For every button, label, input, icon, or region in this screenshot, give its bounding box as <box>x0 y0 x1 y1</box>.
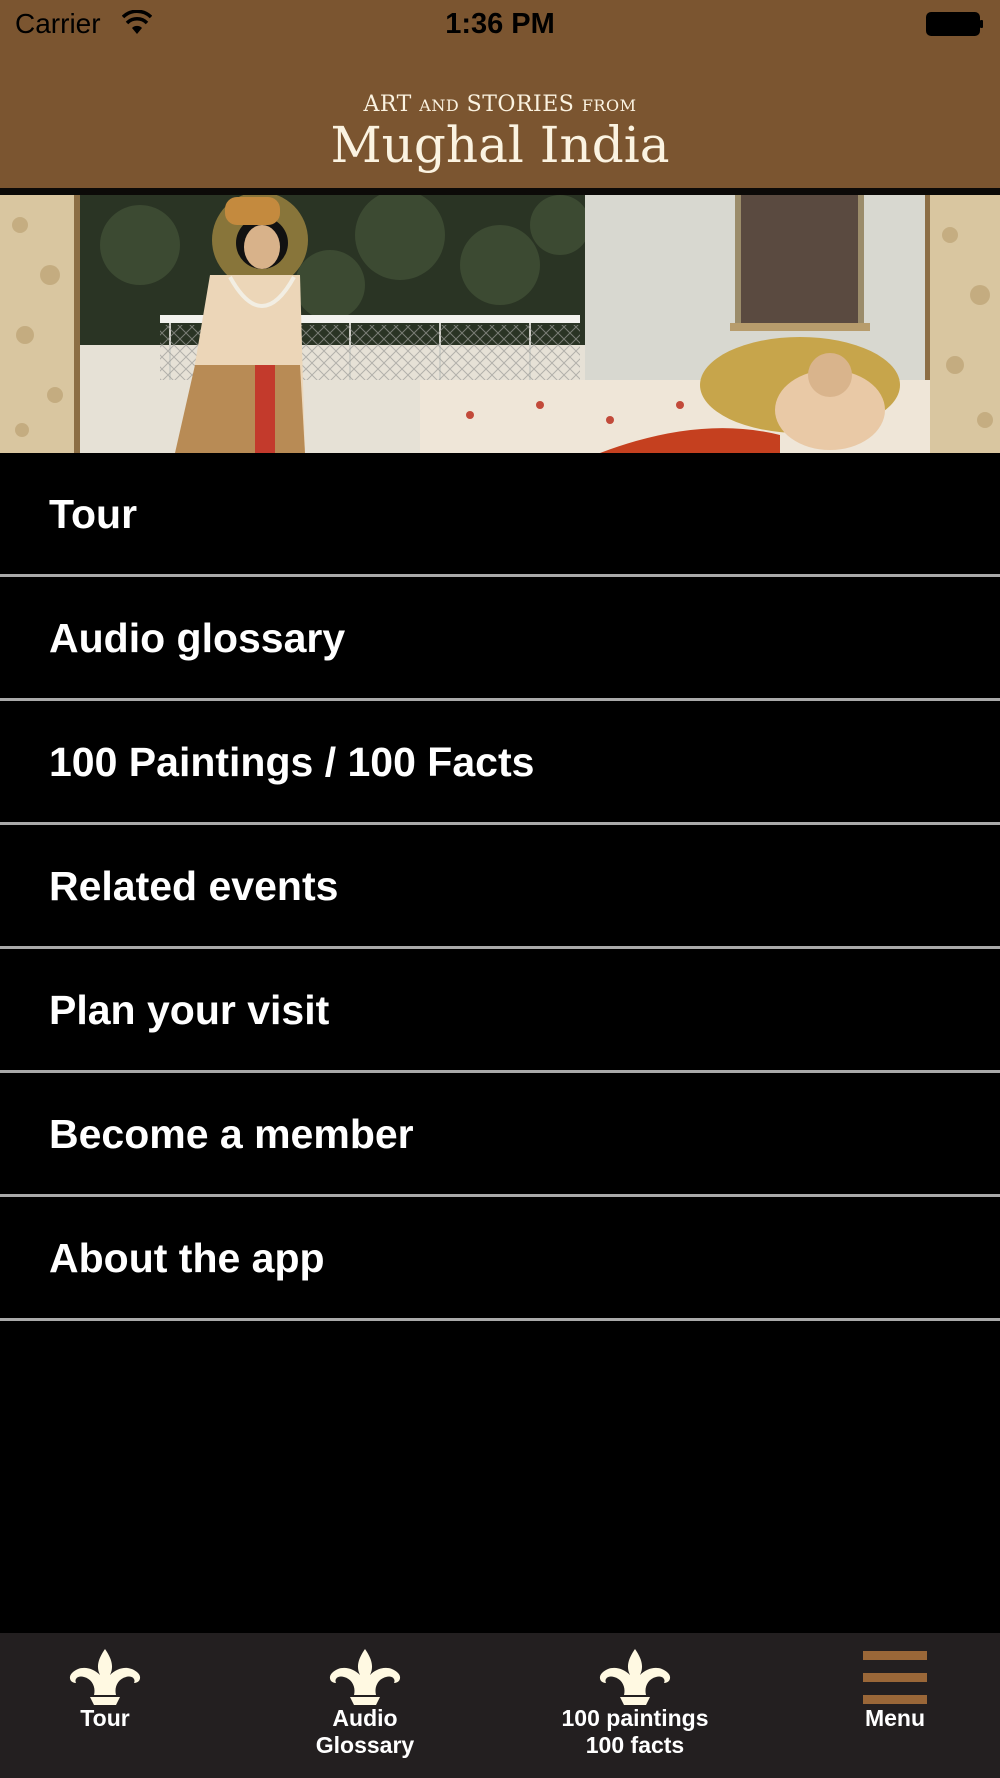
tab-label-line2: Glossary <box>315 1732 415 1758</box>
menu-item-plan-visit[interactable]: Plan your visit <box>0 949 1000 1073</box>
menu-item-tour[interactable]: Tour <box>0 453 1000 577</box>
app-title-main: Mughal India <box>330 116 670 174</box>
app-title: ART AND STORIES FROM Mughal India <box>0 92 1000 173</box>
menu-item-100-paintings[interactable]: 100 Paintings / 100 Facts <box>0 701 1000 825</box>
tab-100-paintings[interactable]: 100 paintings 100 facts <box>535 1633 735 1778</box>
tab-audio-glossary[interactable]: Audio Glossary <box>280 1633 450 1778</box>
tab-label: 100 paintings <box>561 1705 709 1731</box>
fleur-icon <box>329 1649 401 1705</box>
tab-label: Audio <box>332 1705 398 1731</box>
menu-item-label: Become a member <box>49 1111 414 1157</box>
hamburger-icon <box>863 1651 927 1704</box>
tab-label-line2: 100 facts <box>585 1732 685 1758</box>
fleur-icon <box>69 1649 141 1705</box>
menu-item-related-events[interactable]: Related events <box>0 825 1000 949</box>
main-menu-list: Tour Audio glossary 100 Paintings / 100 … <box>0 453 1000 1321</box>
menu-item-audio-glossary[interactable]: Audio glossary <box>0 577 1000 701</box>
menu-item-label: 100 Paintings / 100 Facts <box>49 739 535 785</box>
tab-label: Tour <box>80 1705 130 1731</box>
app-subtitle: ART AND STORIES FROM <box>363 92 637 117</box>
menu-item-label: Related events <box>49 863 339 909</box>
menu-item-label: Audio glossary <box>49 615 346 661</box>
menu-item-label: Plan your visit <box>49 987 330 1033</box>
status-time: 1:36 PM <box>445 8 555 40</box>
status-bar: Carrier 1:36 PM <box>0 0 1000 50</box>
tab-tour[interactable]: Tour <box>30 1633 180 1778</box>
menu-item-label: About the app <box>49 1235 325 1281</box>
battery-icon <box>926 12 983 36</box>
app-header: Carrier 1:36 PM ART AND STORIES FROM Mug… <box>0 0 1000 190</box>
tab-bar: Tour Audio Glossary 100 paintings 100 fa… <box>0 1633 1000 1778</box>
fleur-icon <box>599 1649 671 1705</box>
tab-menu[interactable]: Menu <box>825 1633 965 1778</box>
menu-item-become-member[interactable]: Become a member <box>0 1073 1000 1197</box>
hero-painting-image <box>0 195 1000 453</box>
menu-item-about-app[interactable]: About the app <box>0 1197 1000 1321</box>
menu-item-label: Tour <box>49 491 138 537</box>
tab-label: Menu <box>864 1705 926 1731</box>
